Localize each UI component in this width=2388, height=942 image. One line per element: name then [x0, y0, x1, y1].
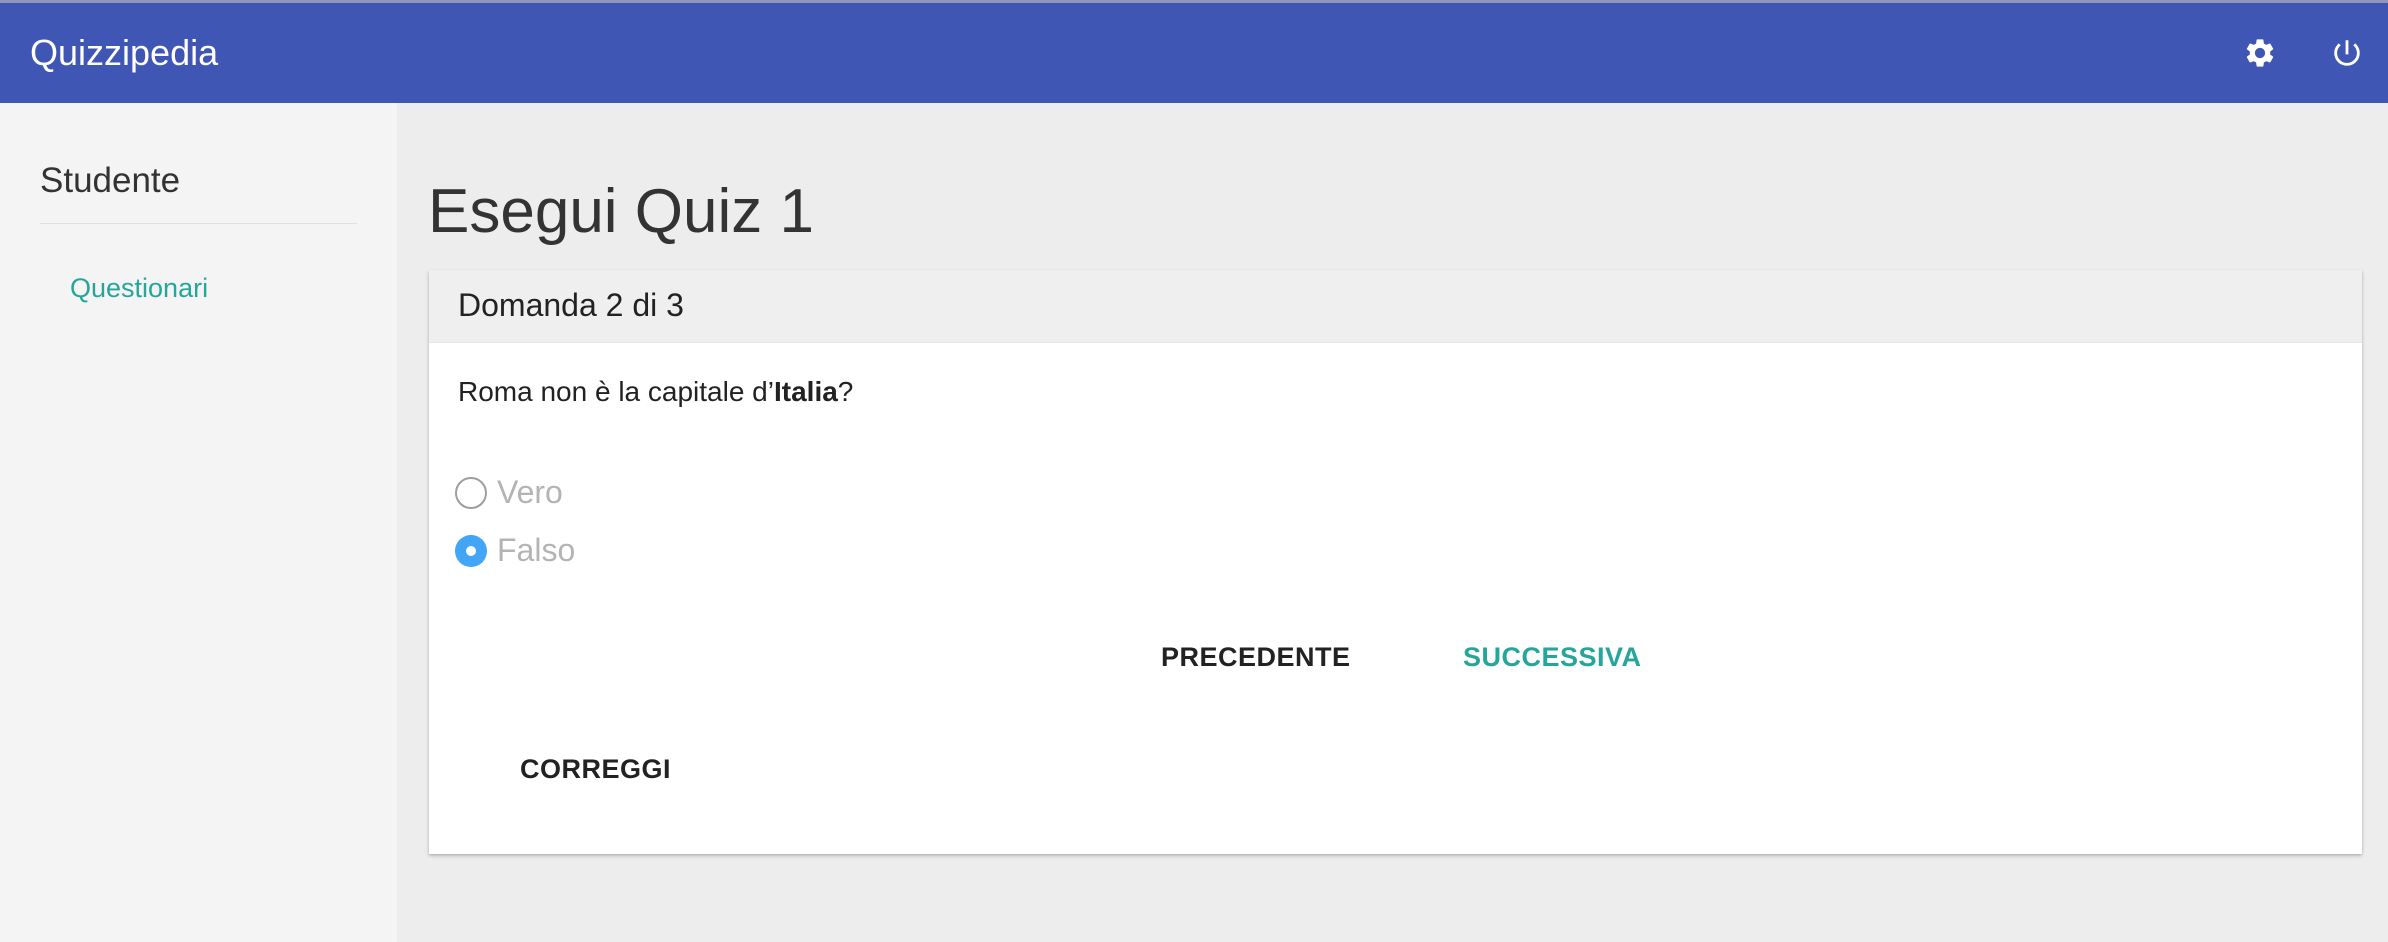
previous-button[interactable]: PRECEDENTE — [1161, 642, 1351, 673]
option-vero[interactable]: Vero — [455, 474, 563, 511]
question-counter: Domanda 2 di 3 — [458, 287, 684, 323]
card-header: Domanda 2 di 3 — [429, 270, 2362, 343]
power-icon — [2334, 40, 2360, 66]
gear-icon — [2246, 39, 2274, 67]
sidebar-divider — [40, 223, 357, 224]
logout-button[interactable] — [2323, 29, 2371, 77]
sidebar-heading: Studente — [40, 161, 181, 200]
sidebar: Studente Questionari — [0, 103, 397, 942]
option-label-falso: Falso — [497, 532, 576, 568]
page-title: Esegui Quiz 1 — [428, 177, 814, 246]
question-suffix: ? — [837, 376, 854, 407]
correct-button[interactable]: CORREGGI — [520, 754, 671, 785]
question-prefix: Roma non è la capitale d’ — [458, 376, 774, 407]
app-title[interactable]: Quizzipedia — [30, 3, 218, 103]
option-label-vero: Vero — [497, 474, 563, 510]
radio-falso[interactable] — [455, 534, 487, 567]
question-emphasis: Italia — [773, 376, 838, 407]
next-button[interactable]: SUCCESSIVA — [1463, 642, 1642, 673]
sidebar-item-questionari[interactable]: Questionari — [70, 273, 208, 304]
top-app-bar: Quizzipedia — [0, 0, 2388, 103]
radio-vero[interactable] — [455, 476, 487, 509]
question-text: Roma non è la capitale d’Italia? — [458, 376, 853, 408]
quiz-card: Domanda 2 di 3 Roma non è la capitale d’… — [429, 270, 2362, 854]
option-falso[interactable]: Falso — [455, 532, 575, 569]
settings-button[interactable] — [2236, 29, 2284, 77]
